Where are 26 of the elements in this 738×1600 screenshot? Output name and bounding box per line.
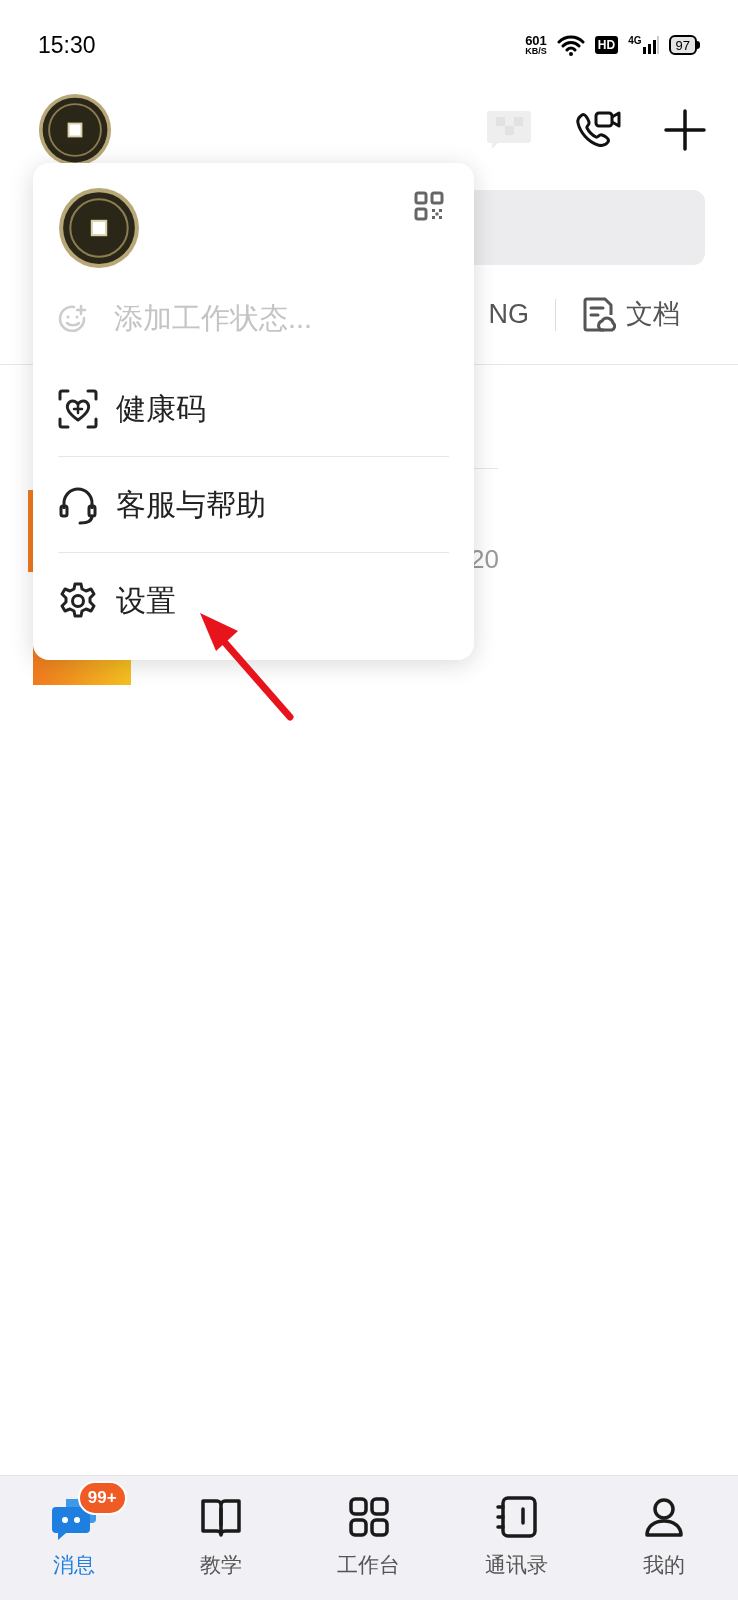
nav-tab[interactable]: 我的 bbox=[604, 1479, 725, 1581]
network-speed: 601 bbox=[525, 34, 547, 47]
clock-time: 15:30 bbox=[38, 30, 96, 60]
battery-icon: 97 bbox=[668, 35, 697, 55]
menu-item[interactable]: 设置 bbox=[33, 553, 474, 648]
unread-badge: 99+ bbox=[77, 1481, 127, 1516]
nav-tab[interactable]: 消息 99+ bbox=[13, 1479, 134, 1581]
nav-tab[interactable]: 工作台 bbox=[309, 1479, 429, 1581]
wifi-icon bbox=[556, 34, 585, 56]
nav-tab[interactable]: 教学 bbox=[161, 1479, 282, 1581]
health-code-icon bbox=[58, 388, 98, 429]
nav-tab[interactable]: 通讯录 bbox=[456, 1479, 577, 1581]
add-icon[interactable] bbox=[664, 109, 706, 151]
smiley-add-icon bbox=[58, 304, 88, 334]
menu-item[interactable]: 健康码 bbox=[33, 361, 474, 456]
tab[interactable]: NG bbox=[488, 294, 529, 335]
signal-icon bbox=[642, 36, 659, 54]
document-icon bbox=[582, 296, 616, 333]
hd-badge: HD bbox=[594, 36, 619, 54]
network-type: 4G bbox=[628, 36, 642, 46]
tab[interactable]: 文档 bbox=[582, 294, 680, 335]
settings-icon bbox=[58, 580, 98, 621]
speed-unit: KB/S bbox=[525, 47, 547, 56]
menu-item[interactable]: 客服与帮助 bbox=[33, 457, 474, 552]
qr-code-icon[interactable] bbox=[414, 191, 444, 221]
avatar[interactable] bbox=[58, 187, 140, 269]
